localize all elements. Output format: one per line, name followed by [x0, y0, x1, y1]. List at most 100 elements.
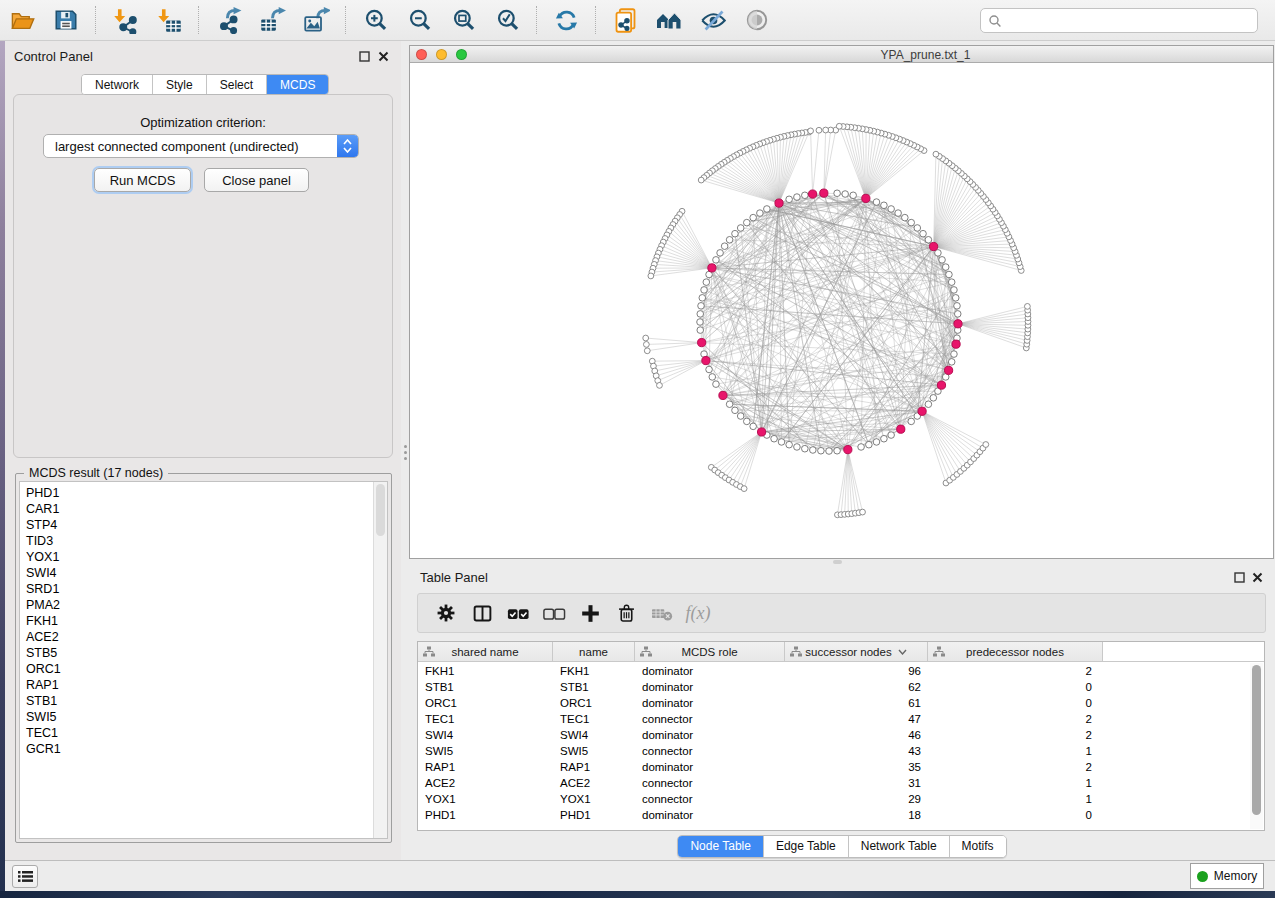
import-table-button[interactable]: [154, 5, 184, 35]
memory-button[interactable]: Memory: [1190, 863, 1264, 889]
mcds-node-item[interactable]: TEC1: [26, 725, 61, 741]
table-row-ACE2[interactable]: ACE2ACE2connector311: [418, 775, 1250, 791]
save-floppy-icon: [53, 7, 79, 33]
float-panel-icon[interactable]: [1234, 572, 1245, 583]
cell-successor-nodes: 61: [785, 695, 928, 711]
export-table-button[interactable]: [257, 5, 287, 35]
tab-select[interactable]: Select: [207, 75, 267, 94]
desktop-wallpaper-bottom: [0, 891, 1275, 898]
search-input[interactable]: [980, 8, 1258, 33]
mcds-node-item[interactable]: SWI4: [26, 565, 61, 581]
column-header-MCDS-role[interactable]: MCDS role: [635, 642, 785, 662]
export-network-icon: [215, 7, 242, 34]
mcds-node-item[interactable]: ACE2: [26, 629, 61, 645]
zoom-fit-button[interactable]: [448, 5, 478, 35]
zoom-selected-button[interactable]: [492, 5, 522, 35]
table-row-RAP1[interactable]: RAP1RAP1dominator352: [418, 759, 1250, 775]
hide-details-button[interactable]: [698, 5, 728, 35]
mcds-node-item[interactable]: PHD1: [26, 485, 61, 501]
share-document-button[interactable]: [610, 5, 640, 35]
mcds-node-item[interactable]: FKH1: [26, 613, 61, 629]
table-toolbar: f(x): [417, 593, 1266, 633]
mcds-node-item[interactable]: PMA2: [26, 597, 61, 613]
memory-status-icon: [1197, 871, 1208, 882]
table-row-SWI5[interactable]: SWI5SWI5connector431: [418, 743, 1250, 759]
column-header-successor-nodes[interactable]: successor nodes: [785, 642, 928, 662]
table-row-YOX1[interactable]: YOX1YOX1connector291: [418, 791, 1250, 807]
zoom-out-button[interactable]: [404, 5, 434, 35]
toggle-panel-button[interactable]: [468, 599, 496, 627]
refresh-button[interactable]: [551, 5, 581, 35]
table-row-SWI4[interactable]: SWI4SWI4dominator462: [418, 727, 1250, 743]
delete-table-button[interactable]: [648, 599, 676, 627]
table-row-PHD1[interactable]: PHD1PHD1dominator180: [418, 807, 1250, 823]
save-session-button[interactable]: [51, 5, 81, 35]
cell-predecessor-nodes: 0: [928, 695, 1103, 711]
delete-column-button[interactable]: [612, 599, 640, 627]
mcds-node-item[interactable]: STP4: [26, 517, 61, 533]
minimize-window-icon[interactable]: [436, 49, 447, 60]
export-image-button[interactable]: [301, 5, 331, 35]
zoom-out-icon: [406, 7, 433, 34]
tab-style[interactable]: Style: [153, 75, 207, 94]
select-all-button[interactable]: [504, 599, 532, 627]
mcds-node-item[interactable]: CAR1: [26, 501, 61, 517]
function-builder-button[interactable]: f(x): [684, 599, 712, 627]
run-mcds-button[interactable]: Run MCDS: [94, 168, 191, 192]
unselect-all-button[interactable]: [540, 599, 568, 627]
mcds-node-item[interactable]: SWI5: [26, 709, 61, 725]
mcds-node-item[interactable]: RAP1: [26, 677, 61, 693]
search-icon: [987, 13, 1003, 29]
task-history-button[interactable]: [12, 865, 38, 888]
table-row-TEC1[interactable]: TEC1TEC1connector472: [418, 711, 1250, 727]
tab-motifs[interactable]: Motifs: [950, 836, 1006, 857]
mcds-node-item[interactable]: YOX1: [26, 549, 61, 565]
cell-shared-name: PHD1: [418, 807, 553, 823]
close-panel-button[interactable]: Close panel: [204, 168, 309, 192]
table-row-ORC1[interactable]: ORC1ORC1dominator610: [418, 695, 1250, 711]
tab-network[interactable]: Network: [82, 75, 153, 94]
tab-network-table[interactable]: Network Table: [849, 836, 950, 857]
table-scrollbar[interactable]: [1250, 663, 1263, 829]
close-panel-icon[interactable]: [378, 51, 389, 62]
float-panel-icon[interactable]: [359, 51, 370, 62]
column-header-shared-name[interactable]: shared name: [418, 642, 553, 662]
settings-gear-button[interactable]: [432, 599, 460, 627]
mcds-scrollbar[interactable]: [373, 482, 387, 838]
mcds-node-item[interactable]: TID3: [26, 533, 61, 549]
cell-mcds-role: dominator: [635, 679, 785, 695]
mcds-node-item[interactable]: ORC1: [26, 661, 61, 677]
mcds-node-item[interactable]: STB5: [26, 645, 61, 661]
close-panel-icon[interactable]: [1252, 572, 1263, 583]
mcds-result-list[interactable]: PHD1CAR1STP4TID3YOX1SWI4SRD1PMA2FKH1ACE2…: [26, 485, 61, 757]
birds-eye-button[interactable]: [742, 5, 772, 35]
cell-mcds-role: dominator: [635, 727, 785, 743]
network-canvas[interactable]: [410, 64, 1273, 558]
open-file-button[interactable]: [7, 5, 37, 35]
column-header-name[interactable]: name: [553, 642, 635, 662]
table-tabs: Node TableEdge TableNetwork TableMotifs: [409, 835, 1275, 858]
import-network-button[interactable]: [110, 5, 140, 35]
table-row-FKH1[interactable]: FKH1FKH1dominator962: [418, 663, 1250, 679]
mcds-node-item[interactable]: SRD1: [26, 581, 61, 597]
tab-node-table[interactable]: Node Table: [678, 836, 764, 857]
export-network-button[interactable]: [213, 5, 243, 35]
close-window-icon[interactable]: [416, 49, 427, 60]
cell-mcds-role: dominator: [635, 663, 785, 679]
tab-mcds[interactable]: MCDS: [267, 75, 328, 94]
tab-edge-table[interactable]: Edge Table: [764, 836, 849, 857]
vertical-splitter[interactable]: [401, 41, 409, 860]
mcds-node-item[interactable]: GCR1: [26, 741, 61, 757]
add-column-button[interactable]: [576, 599, 604, 627]
criterion-dropdown[interactable]: largest connected component (undirected): [43, 134, 359, 158]
cell-shared-name: RAP1: [418, 759, 553, 775]
search-homes-button[interactable]: [654, 5, 684, 35]
table-row-STB1[interactable]: STB1STB1dominator620: [418, 679, 1250, 695]
eye-icon: [744, 7, 770, 33]
network-window-titlebar[interactable]: YPA_prune.txt_1: [410, 46, 1273, 63]
mcds-node-item[interactable]: STB1: [26, 693, 61, 709]
zoom-in-button[interactable]: [360, 5, 390, 35]
cell-name: ORC1: [553, 695, 635, 711]
maximize-window-icon[interactable]: [456, 49, 467, 60]
column-header-predecessor-nodes[interactable]: predecessor nodes: [928, 642, 1103, 662]
